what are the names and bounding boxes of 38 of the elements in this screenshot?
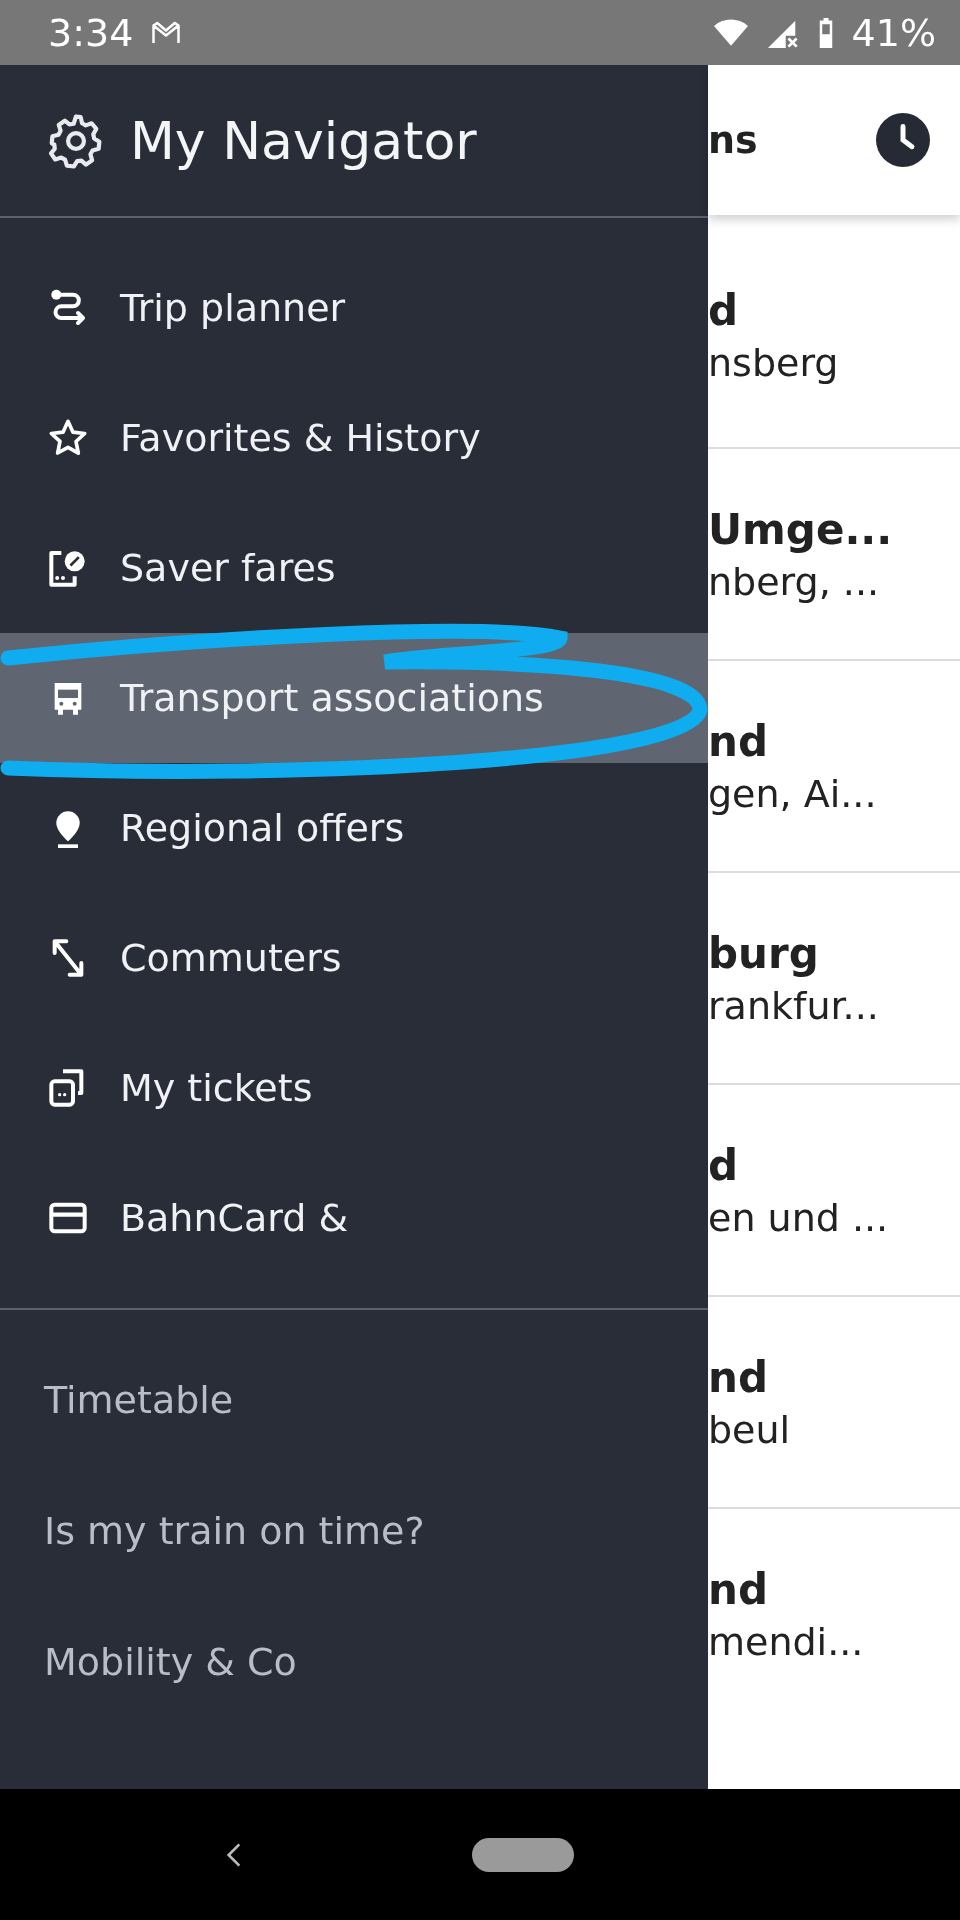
row-title: d: [708, 285, 740, 335]
menu-item[interactable]: Trip planner: [0, 243, 708, 373]
menu-item[interactable]: Saver fares: [0, 503, 708, 633]
mail-icon: [151, 19, 182, 46]
route-icon: [48, 288, 88, 328]
row-subtitle: nsberg: [708, 340, 840, 385]
battery-level: 41%: [851, 10, 936, 55]
menu-link[interactable]: Is my train on time?: [0, 1465, 708, 1596]
discount-ticket-icon: [48, 548, 88, 588]
row-title: Umge...: [708, 504, 894, 554]
battery-icon: [817, 17, 834, 48]
row-title: burg: [708, 928, 820, 978]
wifi-icon: [713, 17, 748, 48]
row-subtitle: en und ...: [708, 1195, 890, 1240]
drawer-title: My Navigator: [130, 110, 477, 171]
clock-icon[interactable]: [876, 113, 930, 167]
row-title: nd: [708, 716, 769, 766]
row-title: nd: [708, 1352, 769, 1402]
star-icon: [48, 418, 88, 458]
row-subtitle: rankfur...: [708, 983, 880, 1028]
menu-item[interactable]: Regional offers: [0, 763, 708, 893]
menu-link[interactable]: Timetable: [0, 1334, 708, 1465]
row-subtitle: beul: [708, 1407, 792, 1452]
row-title: nd: [708, 1564, 769, 1614]
settings-icon: [48, 112, 104, 169]
row-title: d: [708, 1140, 740, 1190]
menu-link[interactable]: Mobility & Co: [0, 1596, 708, 1727]
menu-item[interactable]: BahnCard &: [0, 1153, 708, 1283]
row-subtitle: gen, Ai...: [708, 771, 878, 816]
row-subtitle: mendi...: [708, 1619, 865, 1664]
status-time: 3:34: [48, 10, 134, 55]
row-subtitle: nberg, ...: [708, 559, 881, 604]
back-icon[interactable]: [226, 1840, 242, 1869]
menu-item[interactable]: My tickets: [0, 1023, 708, 1153]
app-bar-title: ns: [708, 118, 758, 162]
menu-item[interactable]: Commuters: [0, 893, 708, 1023]
home-handle[interactable]: [472, 1837, 574, 1872]
menu-item[interactable]: Favorites & History: [0, 373, 708, 503]
